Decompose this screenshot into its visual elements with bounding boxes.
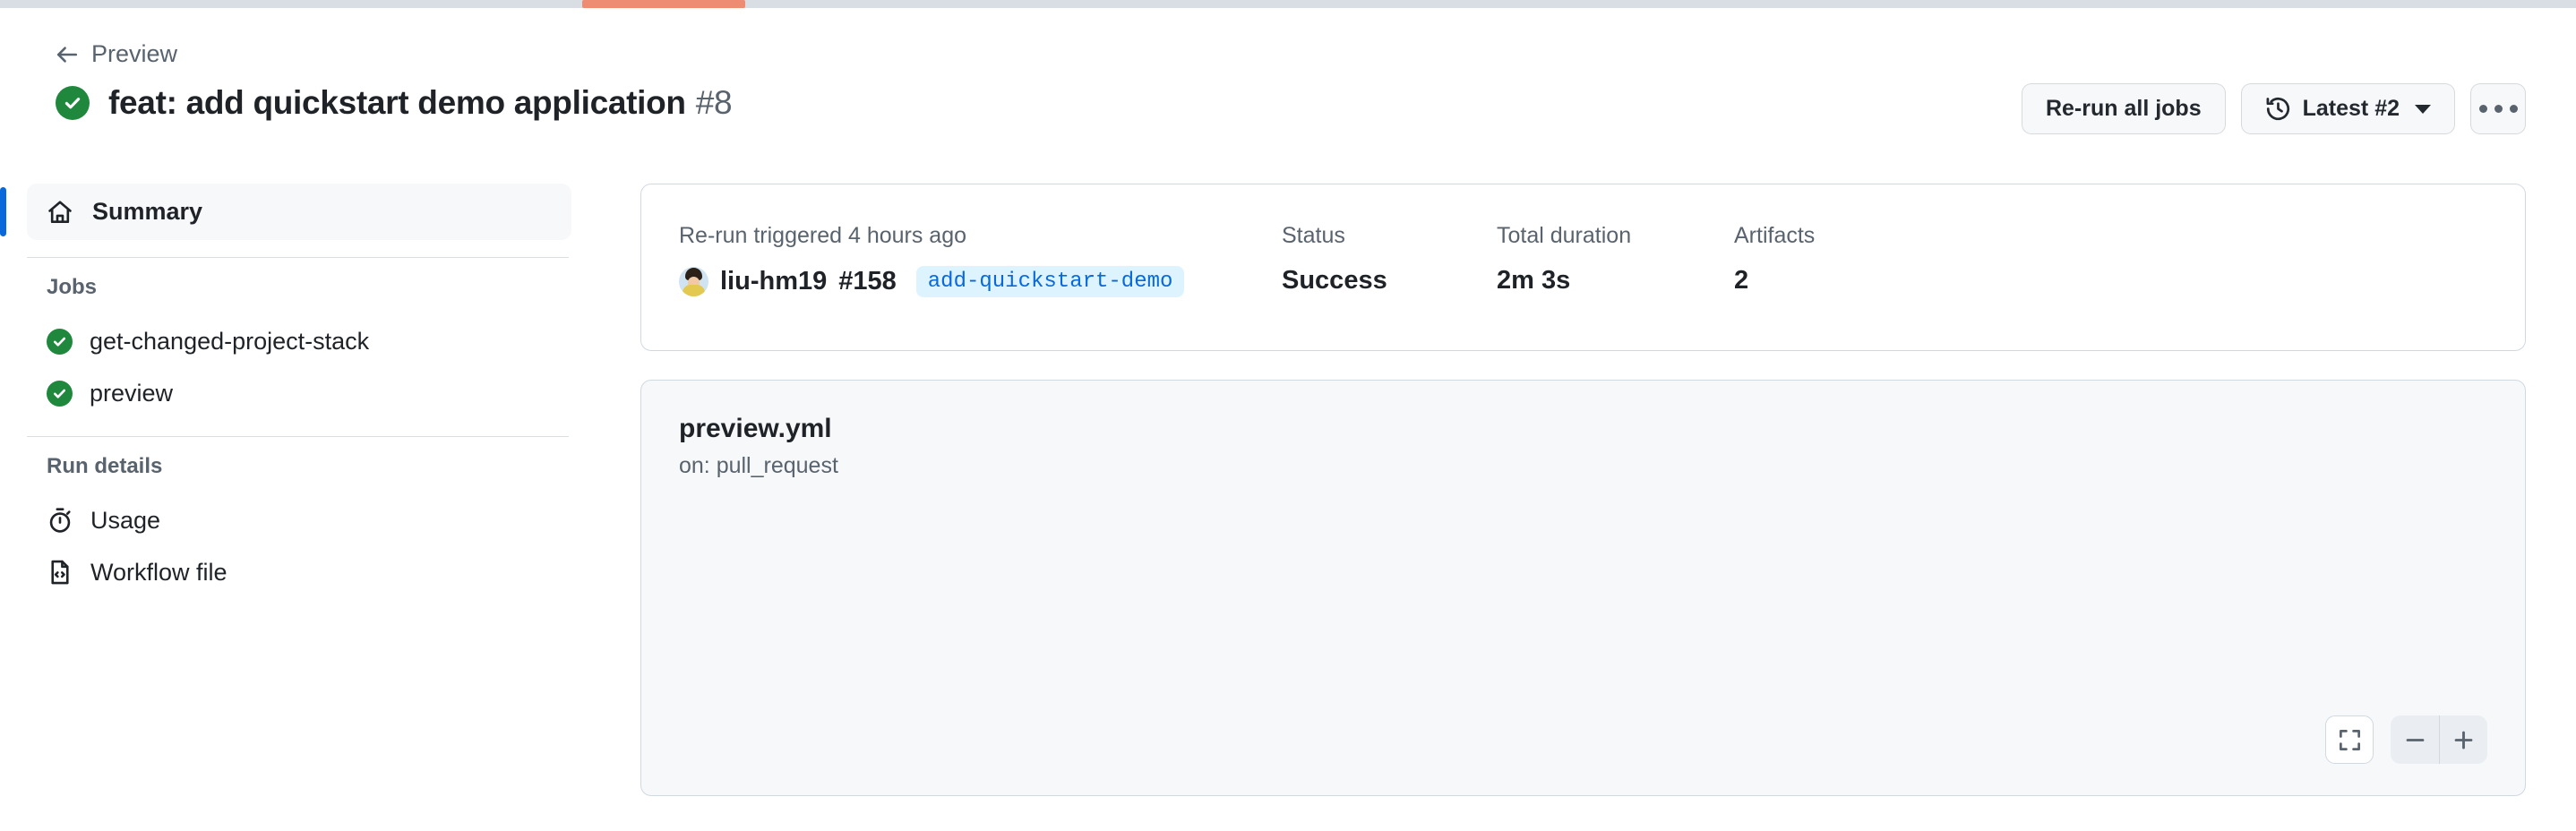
run-sidebar: Summary Jobs get-changed-project-stack p… <box>0 184 609 598</box>
sidebar-item-usage[interactable]: Usage <box>0 494 609 546</box>
chevron-down-icon <box>2415 105 2431 114</box>
status-label: Status <box>1282 223 1497 249</box>
check-circle-icon <box>47 329 73 355</box>
summary-artifacts-column: Artifacts 2 <box>1734 223 1815 296</box>
sidebar-jobs-heading: Jobs <box>0 275 609 300</box>
summary-trigger-column: Re-run triggered 4 hours ago liu-hm19 #1… <box>641 223 1282 297</box>
plus-icon <box>2451 728 2476 752</box>
sidebar-item-job-preview[interactable]: preview <box>0 367 609 419</box>
status-value: Success <box>1282 266 1497 296</box>
back-link-label: Preview <box>91 40 177 68</box>
check-circle-icon <box>47 381 73 407</box>
sidebar-job-label: preview <box>90 380 173 407</box>
sidebar-item-workflow-file[interactable]: Workflow file <box>0 546 609 598</box>
summary-status-column: Status Success <box>1282 223 1497 296</box>
artifacts-label: Artifacts <box>1734 223 1815 249</box>
top-tab-strip <box>0 0 2576 8</box>
zoom-in-button[interactable] <box>2439 715 2487 764</box>
run-summary-card: Re-run triggered 4 hours ago liu-hm19 #1… <box>640 184 2526 351</box>
sidebar-item-summary-label: Summary <box>92 198 202 226</box>
zoom-out-button[interactable] <box>2391 715 2439 764</box>
branch-badge[interactable]: add-quickstart-demo <box>916 266 1185 297</box>
page-title: feat: add quickstart demo application #8 <box>108 84 732 122</box>
sidebar-run-detail-label: Usage <box>90 507 160 535</box>
fit-to-screen-button[interactable] <box>2325 715 2374 764</box>
rerun-all-jobs-button[interactable]: Re-run all jobs <box>2022 83 2226 134</box>
sidebar-job-label: get-changed-project-stack <box>90 328 369 356</box>
file-code-icon <box>47 559 73 586</box>
page-header: Preview feat: add quickstart demo applic… <box>0 8 2576 160</box>
pull-request-number[interactable]: #158 <box>838 267 897 296</box>
trigger-label: Re-run triggered 4 hours ago <box>679 223 1282 249</box>
run-title-text: feat: add quickstart demo application <box>108 84 686 121</box>
sidebar-item-job-get-changed-project-stack[interactable]: get-changed-project-stack <box>0 315 609 367</box>
sidebar-divider-bottom <box>27 436 569 437</box>
avatar <box>679 267 708 296</box>
run-number: #8 <box>696 84 733 121</box>
sidebar-item-summary[interactable]: Summary <box>27 184 571 240</box>
run-title-row: feat: add quickstart demo application #8 <box>56 84 732 122</box>
duration-value: 2m 3s <box>1497 266 1734 296</box>
stopwatch-icon <box>47 507 73 534</box>
actor-name[interactable]: liu-hm19 <box>720 267 827 296</box>
fit-screen-icon <box>2338 728 2362 752</box>
trigger-actor-line: liu-hm19 #158 add-quickstart-demo <box>679 266 1282 297</box>
run-status-check-icon <box>56 86 90 120</box>
back-to-preview-link[interactable]: Preview <box>56 40 177 68</box>
workflow-graph-canvas[interactable]: get-changed-project-stack 23s preview 1m… <box>641 381 2526 796</box>
workflow-graph-card: preview.yml on: pull_request get-changed… <box>640 380 2526 796</box>
history-icon <box>2265 96 2291 122</box>
home-icon <box>47 199 73 226</box>
arrow-left-icon <box>56 43 79 66</box>
sidebar-run-detail-label: Workflow file <box>90 559 228 587</box>
zoom-button-group <box>2391 715 2487 764</box>
run-main-content: Re-run triggered 4 hours ago liu-hm19 #1… <box>640 184 2526 796</box>
header-actions: Re-run all jobs Latest #2 <box>2022 83 2526 134</box>
graph-zoom-controls <box>2325 715 2487 764</box>
sidebar-divider-top <box>27 257 569 258</box>
active-tab-underline <box>582 0 745 8</box>
attempt-selector-button[interactable]: Latest #2 <box>2241 83 2455 134</box>
summary-duration-column: Total duration 2m 3s <box>1497 223 1734 296</box>
duration-label: Total duration <box>1497 223 1734 249</box>
minus-icon <box>2403 728 2427 752</box>
artifacts-value[interactable]: 2 <box>1734 266 1815 296</box>
more-options-button[interactable] <box>2470 83 2526 134</box>
rerun-all-jobs-label: Re-run all jobs <box>2046 96 2202 122</box>
sidebar-run-details-heading: Run details <box>0 454 609 479</box>
kebab-horizontal-icon <box>2479 105 2518 113</box>
attempt-selector-label: Latest #2 <box>2303 96 2400 122</box>
